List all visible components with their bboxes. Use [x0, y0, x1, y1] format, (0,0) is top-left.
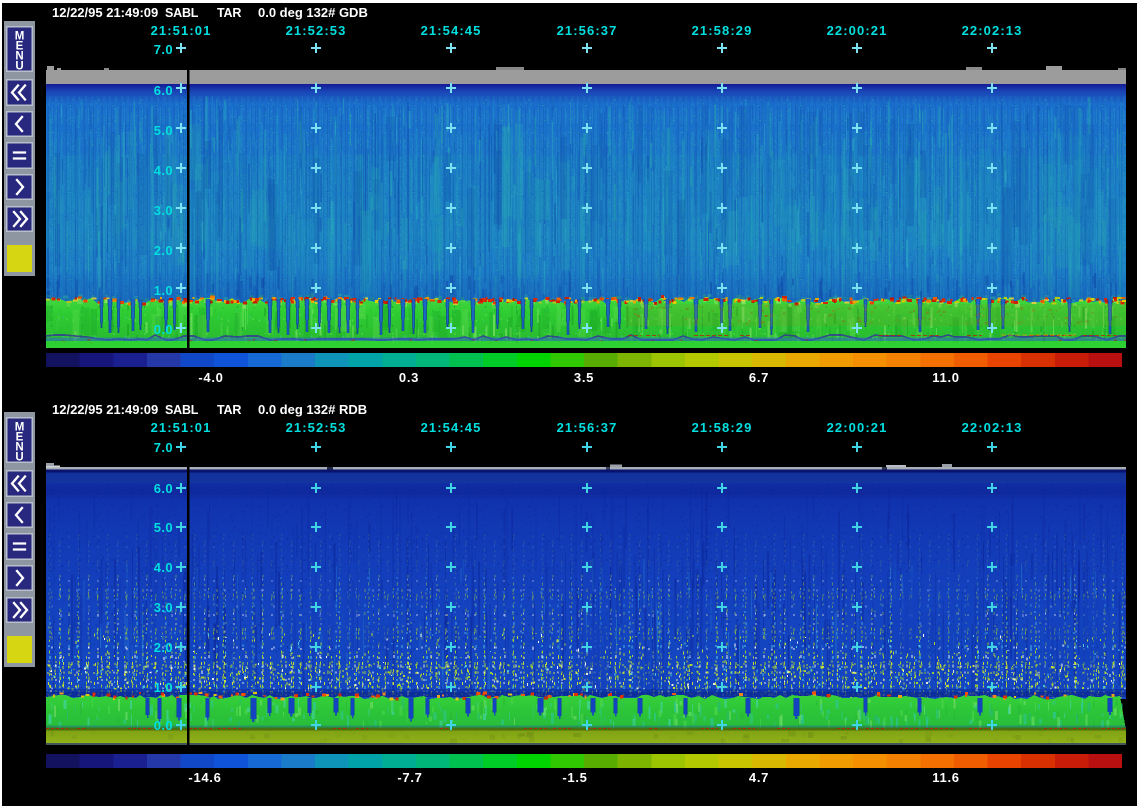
svg-text:U: U — [15, 452, 23, 464]
svg-text:U: U — [15, 61, 23, 73]
